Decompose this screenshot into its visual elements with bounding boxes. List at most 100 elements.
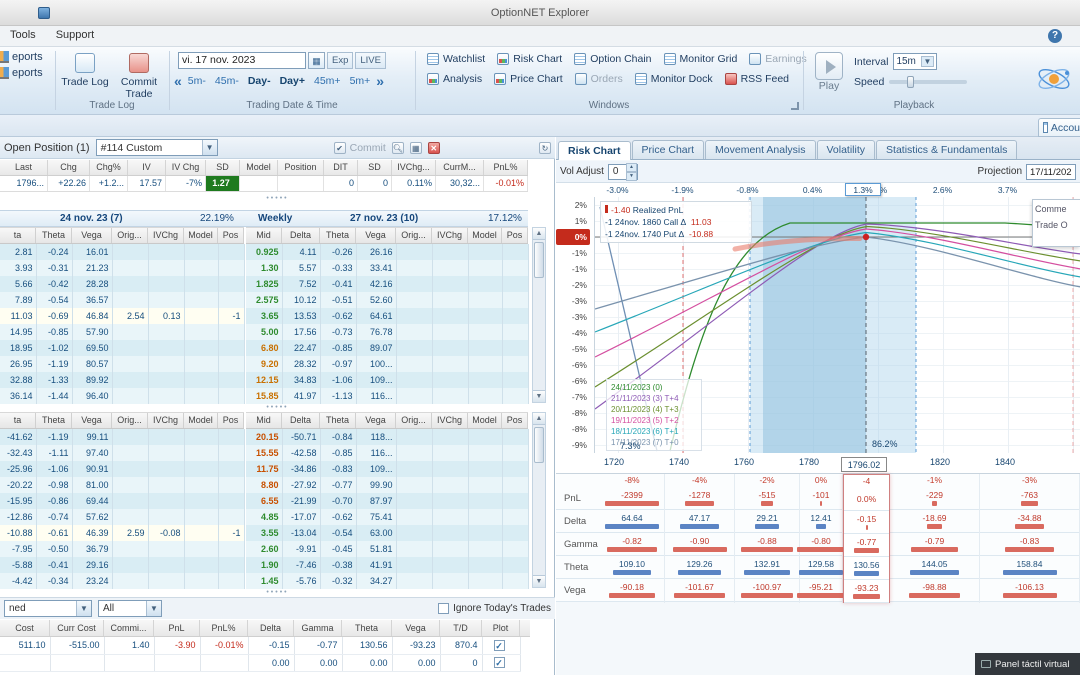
- table-row[interactable]: 15.55-42.58-0.85116...: [246, 445, 528, 461]
- summary-header-5[interactable]: SD: [206, 160, 240, 175]
- table-row[interactable]: 12.1534.83-1.06109...: [246, 372, 528, 388]
- table-row[interactable]: 6.8022.47-0.8589.07: [246, 340, 528, 356]
- column-header-6[interactable]: Model: [468, 413, 502, 428]
- column-header-3[interactable]: Orig...: [112, 413, 148, 428]
- table-row[interactable]: 1.305.57-0.3333.41: [246, 260, 528, 276]
- column-header-0[interactable]: Mid: [246, 228, 282, 243]
- table-row[interactable]: 4.85-17.07-0.6275.41: [246, 509, 528, 525]
- summary-header-8[interactable]: DIT: [324, 160, 358, 175]
- table-row[interactable]: -7.95-0.5036.79: [0, 541, 244, 557]
- summary-header-7[interactable]: Position: [278, 160, 324, 175]
- trade-log-button[interactable]: Trade Log: [60, 53, 110, 100]
- table-row[interactable]: -15.95-0.8669.44: [0, 493, 244, 509]
- column-header-4[interactable]: Orig...: [396, 228, 432, 243]
- table-row[interactable]: 14.95-0.8557.90: [0, 324, 244, 340]
- monitor-grid-button[interactable]: Monitor Grid: [659, 51, 743, 67]
- scrollbar-thumb[interactable]: [534, 242, 544, 278]
- totals-header-9[interactable]: T/D: [440, 620, 482, 636]
- totals-header-3[interactable]: PnL: [154, 620, 200, 636]
- projection-date-input[interactable]: 17/11/202: [1026, 164, 1076, 180]
- column-header-5[interactable]: IVChg: [432, 228, 468, 243]
- summary-header-4[interactable]: IV Chg: [166, 160, 206, 175]
- summary-header-12[interactable]: PnL%: [484, 160, 528, 175]
- monitor-dock-button[interactable]: Monitor Dock: [630, 71, 718, 87]
- trading-date-input[interactable]: vi. 17 nov. 2023: [178, 52, 306, 69]
- summary-header-9[interactable]: SD: [358, 160, 392, 175]
- exp-button[interactable]: Exp: [327, 52, 353, 69]
- column-header-1[interactable]: Theta: [36, 413, 72, 428]
- column-header-6[interactable]: Pos: [218, 413, 244, 428]
- commit-button[interactable]: ✔Commit: [334, 142, 386, 154]
- table-row[interactable]: 1.45-5.76-0.3234.27: [246, 573, 528, 589]
- orders-button[interactable]: Orders: [570, 71, 628, 87]
- column-header-5[interactable]: Model: [184, 413, 218, 428]
- close-icon[interactable]: ✕: [428, 142, 440, 154]
- column-header-2[interactable]: Vega: [72, 413, 112, 428]
- comment-button[interactable]: Comme: [1035, 204, 1078, 214]
- totals-header-1[interactable]: Curr Cost: [50, 620, 104, 636]
- column-header-6[interactable]: Model: [468, 228, 502, 243]
- table-row[interactable]: 6.55-21.99-0.7087.97: [246, 493, 528, 509]
- table-row[interactable]: -25.96-1.0690.91: [0, 461, 244, 477]
- table-row[interactable]: 511.10-515.001.40-3.90-0.01%-0.15-0.7713…: [0, 637, 520, 654]
- speed-slider[interactable]: [889, 80, 967, 84]
- summary-header-0[interactable]: Last: [0, 160, 48, 175]
- step-back-icon[interactable]: «: [174, 74, 182, 88]
- account-panel-tab[interactable]: Accou: [1038, 118, 1080, 137]
- splitter-handle[interactable]: •••••: [0, 589, 555, 597]
- table-row[interactable]: 1.8257.52-0.4142.16: [246, 276, 528, 292]
- chevron-down-icon[interactable]: ▼: [146, 601, 161, 616]
- table-row[interactable]: 8.80-27.92-0.7799.90: [246, 477, 528, 493]
- column-header-3[interactable]: Vega: [356, 228, 396, 243]
- step-forward-icon[interactable]: »: [376, 74, 384, 88]
- menu-item-1[interactable]: Support: [46, 26, 105, 44]
- tab-0[interactable]: Risk Chart: [558, 141, 631, 160]
- live-button[interactable]: LIVE: [355, 52, 386, 69]
- column-header-4[interactable]: IVChg: [148, 413, 184, 428]
- table-row[interactable]: 7.89-0.5436.57: [0, 292, 244, 308]
- commit-trade-button[interactable]: Commit Trade: [114, 53, 164, 100]
- table-row[interactable]: 1.90-7.46-0.3841.91: [246, 557, 528, 573]
- summary-header-10[interactable]: IVChg...: [392, 160, 436, 175]
- tab-3[interactable]: Volatility: [817, 140, 876, 159]
- earnings-button[interactable]: Earnings: [744, 51, 811, 67]
- search-icon[interactable]: 🔍︎: [392, 142, 404, 154]
- splitter-handle[interactable]: •••••: [0, 195, 555, 203]
- table-row[interactable]: 2.60-9.91-0.4551.81: [246, 541, 528, 557]
- table-row[interactable]: 0.9254.11-0.2626.16: [246, 244, 528, 260]
- table-row[interactable]: 5.0017.56-0.7376.78: [246, 324, 528, 340]
- scroll-down-icon[interactable]: ▼: [533, 390, 545, 402]
- puts-scrollbar[interactable]: ▲ ▼: [532, 412, 546, 588]
- chevron-down-icon[interactable]: ▼: [76, 601, 91, 616]
- scroll-up-icon[interactable]: ▲: [533, 228, 545, 240]
- calendar-icon[interactable]: ▦: [308, 52, 325, 69]
- table-row[interactable]: 11.75-34.86-0.83109...: [246, 461, 528, 477]
- column-header-2[interactable]: Vega: [72, 228, 112, 243]
- table-row[interactable]: 32.88-1.3389.92: [0, 372, 244, 388]
- column-header-0[interactable]: ta: [0, 228, 36, 243]
- watchlist-button[interactable]: Watchlist: [422, 51, 490, 67]
- dialog-launcher-icon[interactable]: [791, 102, 799, 110]
- option-chain-button[interactable]: Option Chain: [569, 51, 656, 67]
- totals-header-5[interactable]: Delta: [248, 620, 294, 636]
- totals-header-0[interactable]: Cost: [0, 620, 50, 636]
- rss-feed-button[interactable]: RSS Feed: [720, 71, 794, 87]
- time-step-5[interactable]: 5m+: [350, 75, 371, 87]
- table-row[interactable]: 2.81-0.2416.01: [0, 244, 244, 260]
- table-row[interactable]: 2.57510.12-0.5152.60: [246, 292, 528, 308]
- play-button[interactable]: [815, 52, 843, 80]
- table-row[interactable]: 18.95-1.0269.50: [0, 340, 244, 356]
- table-row[interactable]: 9.2028.32-0.97100...: [246, 356, 528, 372]
- chevron-down-icon[interactable]: ▼: [921, 56, 935, 67]
- grid-add-icon[interactable]: ▦: [410, 142, 422, 154]
- summary-header-6[interactable]: Model: [240, 160, 278, 175]
- spin-up-icon[interactable]: ▲: [626, 163, 637, 172]
- scroll-down-icon[interactable]: ▼: [533, 575, 545, 587]
- column-header-0[interactable]: ta: [0, 413, 36, 428]
- column-header-3[interactable]: Orig...: [112, 228, 148, 243]
- table-row[interactable]: 15.8541.97-1.13116...: [246, 388, 528, 404]
- scroll-up-icon[interactable]: ▲: [533, 413, 545, 425]
- ignore-checkbox[interactable]: [438, 603, 449, 614]
- type-filter-select[interactable]: All▼: [98, 600, 162, 617]
- column-header-1[interactable]: Delta: [282, 228, 320, 243]
